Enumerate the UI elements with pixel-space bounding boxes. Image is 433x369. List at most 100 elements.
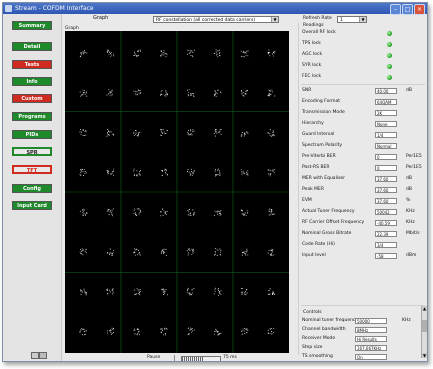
- constellation-point: [79, 248, 87, 256]
- constellation-point: [160, 90, 168, 97]
- reading-pre-viterbi-ber: Pre-Viterbi BER 0 Per1E5: [302, 153, 427, 161]
- constellation-point: [241, 327, 249, 335]
- refresh-rate-select[interactable]: 1 ▼: [337, 16, 367, 23]
- spr-button[interactable]: SPR: [12, 147, 52, 156]
- info-button[interactable]: Info: [12, 77, 52, 86]
- maximize-button[interactable]: □: [402, 4, 413, 15]
- custom-button[interactable]: Custom: [12, 94, 52, 103]
- sidebar: Summary Detail Tests Info Custom Program…: [3, 14, 62, 361]
- constellation-point: [106, 49, 115, 57]
- update-interval-label: 75 ms: [223, 355, 237, 360]
- reading-unit: %: [406, 198, 411, 203]
- reading-label: Overall RF lock: [302, 30, 336, 35]
- constellation-point: [240, 169, 249, 177]
- controls-scrollbar[interactable]: ▲ ▼: [421, 306, 427, 358]
- constellation-point: [187, 209, 195, 216]
- input-card-button[interactable]: Input Card: [12, 201, 52, 210]
- progress-fill: [182, 357, 203, 361]
- constellation-point: [187, 89, 195, 97]
- constellation-point: [79, 208, 88, 216]
- reading-unit: Per1E5: [406, 165, 422, 170]
- constellation-point: [240, 209, 249, 217]
- reading-label: Peak MER: [302, 187, 324, 192]
- control-unit: KHz: [402, 318, 411, 323]
- chevron-down-icon[interactable]: ▼: [359, 17, 366, 22]
- constellation-point: [187, 287, 195, 296]
- control-label: Nominal tuner frequency: [302, 318, 359, 323]
- reading-label: Hierarchy: [302, 121, 324, 126]
- summary-button[interactable]: Summary: [12, 21, 52, 30]
- constellation-point: [213, 129, 222, 137]
- constellation-point: [267, 249, 275, 256]
- graph-type-select[interactable]: RF constellation (all corrected data car…: [153, 16, 279, 23]
- constellation-point: [161, 168, 168, 177]
- constellation-point: [241, 248, 249, 256]
- constellation-point: [80, 288, 88, 296]
- config-button[interactable]: Config: [12, 184, 52, 193]
- control-channel-bandwidth: Channel bandwidth 8MHz: [302, 326, 422, 334]
- reading-value: 2K: [375, 110, 397, 116]
- step-size-select[interactable]: 167.667KHz: [355, 345, 387, 351]
- reading-rf-carrier-offset: RF Carrier Offset Frequency -40.59 KHz: [302, 219, 427, 227]
- reading-label: Nominal Gross Bitrate: [302, 231, 352, 236]
- reading-label: Actual Tuner Frequency: [302, 209, 355, 214]
- constellation-point: [214, 89, 222, 97]
- reading-value: 37.60: [375, 187, 397, 193]
- constellation-point: [160, 129, 168, 136]
- reading-unit: KHz: [406, 209, 415, 214]
- reading-label: Pre-Viterbi BER: [302, 154, 336, 159]
- reading-value: None: [375, 121, 397, 127]
- constellation-point: [267, 327, 275, 335]
- reading-peak-mer: Peak MER 37.60 dB: [302, 186, 427, 194]
- status-indicator-icon: [31, 352, 39, 359]
- constellation-point: [268, 208, 275, 216]
- reading-label: MER with Equaliser: [302, 176, 346, 181]
- constellation-point: [267, 129, 275, 137]
- tests-button[interactable]: Tests: [12, 60, 52, 69]
- reading-label: SNR: [302, 88, 312, 93]
- reading-label: Code Rate (Hi): [302, 242, 335, 247]
- minimize-button[interactable]: –: [390, 4, 401, 15]
- constellation-point: [79, 327, 87, 336]
- reading-value: Normal: [375, 143, 397, 149]
- chevron-down-icon[interactable]: ▼: [271, 17, 278, 22]
- constellation-point: [106, 168, 115, 176]
- reading-value: 0: [375, 154, 397, 160]
- scroll-up-icon[interactable]: ▲: [422, 306, 427, 311]
- graph-type-value: RF constellation (all corrected data car…: [156, 18, 256, 23]
- detail-button[interactable]: Detail: [12, 42, 52, 51]
- constellation-point: [241, 287, 248, 296]
- refresh-rate-label: Refresh Rate: [303, 16, 332, 21]
- reading-mer-with-equaliser: MER with Equaliser 37.60 dB: [302, 175, 427, 183]
- application-window: Stream - COFDM Interface – □ × Summary D…: [2, 2, 428, 362]
- scroll-down-icon[interactable]: ▼: [422, 353, 427, 358]
- reading-unit: Mbit/s: [406, 231, 420, 236]
- tft-button[interactable]: TFT: [12, 165, 52, 174]
- reading-value: 37.60: [375, 198, 397, 204]
- channel-bandwidth-select[interactable]: 8MHz: [355, 327, 387, 333]
- pids-button[interactable]: PIDs: [12, 130, 52, 139]
- progress-bar: [181, 356, 221, 361]
- ts-smoothing-select[interactable]: On: [355, 354, 387, 360]
- lock-status-icon: [387, 64, 392, 69]
- constellation-point: [106, 89, 113, 97]
- programs-button[interactable]: Programs: [12, 112, 52, 121]
- reading-unit: KHz: [406, 220, 415, 225]
- constellation-point: [160, 208, 168, 217]
- control-label: Channel bandwidth: [302, 327, 346, 332]
- scroll-thumb[interactable]: [422, 320, 427, 332]
- constellation-point: [267, 89, 276, 97]
- constellation-point: [267, 169, 276, 177]
- control-step-size: Step size 167.667KHz: [302, 344, 422, 352]
- panel-divider: [298, 23, 299, 355]
- receiver-mode-select[interactable]: Hi Results: [355, 336, 387, 342]
- reading-label: EVM: [302, 198, 312, 203]
- reading-evm: EVM 37.60%: [302, 197, 427, 205]
- reading-value: -40.59: [375, 220, 397, 226]
- tuner-frequency-input[interactable]: 50000: [355, 318, 387, 324]
- constellation-point: [106, 288, 114, 295]
- reading-value: 1/4: [375, 132, 397, 138]
- close-button[interactable]: ×: [414, 4, 425, 15]
- reading-unit: dB: [406, 187, 412, 192]
- constellation-point: [267, 49, 276, 57]
